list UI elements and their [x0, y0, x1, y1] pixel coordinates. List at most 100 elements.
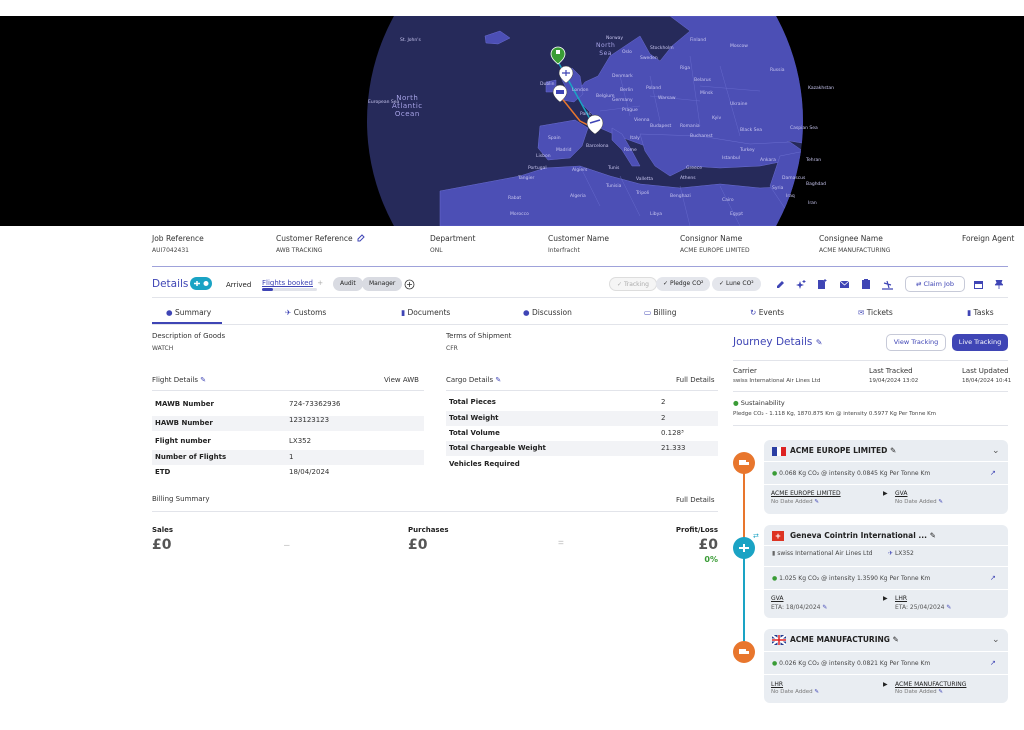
clipboard-icon[interactable] [862, 279, 870, 289]
edit-icon[interactable]: ✎ [822, 604, 827, 611]
edit-icon[interactable]: ✎ [495, 376, 501, 384]
arrow-right-icon: ▶ [883, 491, 888, 497]
cargo-full-details-link[interactable]: Full Details [676, 376, 714, 384]
tracking-chip[interactable]: ✓ Tracking [609, 277, 657, 291]
origin-link[interactable]: LHR [771, 681, 783, 688]
edit-icon[interactable]: ✎ [814, 689, 819, 695]
destination-link[interactable]: ACME MANUFACTURING [895, 681, 966, 688]
edit-icon[interactable]: ✎ [814, 499, 819, 505]
edit-icon[interactable]: ✎ [893, 635, 899, 644]
view-tracking-button[interactable]: View Tracking [886, 334, 946, 351]
truck-icon [739, 460, 749, 465]
pledge-chip[interactable]: ✓ Pledge CO² [656, 277, 711, 291]
route-map[interactable]: North Atlantic Ocean North Sea St. John's M… [0, 16, 1024, 226]
divider [764, 674, 1008, 675]
external-link-icon[interactable]: ↗ [990, 469, 996, 477]
leg-title: Geneva Cointrin International ... ✎ [790, 531, 936, 540]
view-awb-link[interactable]: View AWB [384, 376, 419, 384]
tab-billing[interactable]: ▭ Billing [644, 308, 676, 317]
switzerland-flag-icon: + [772, 531, 784, 541]
audit-chip[interactable]: Audit [333, 277, 363, 291]
destination-link[interactable]: GVA [895, 490, 907, 497]
map-label: Lisbon [536, 154, 551, 159]
edit-icon[interactable]: ✎ [938, 499, 943, 505]
edit-icon[interactable]: ✎ [930, 531, 936, 540]
flights-progress-fill [262, 288, 273, 291]
table-row: Total Weight 2 [446, 411, 718, 426]
map-label: Turkey [740, 148, 755, 153]
building-icon: ▮ [772, 550, 776, 557]
flight-details-title: Flight Details ✎ [152, 376, 206, 384]
map-label: Barcelona [586, 144, 609, 149]
map-label: Finland [690, 38, 707, 43]
edit-icon[interactable]: ✎ [938, 689, 943, 695]
lune-chip[interactable]: ✓ Lune CO² [712, 277, 761, 291]
map-label: Berlin [620, 88, 634, 93]
map-label: Iran [808, 201, 817, 206]
purchases-label: Purchases [408, 526, 449, 534]
map-label: Denmark [612, 74, 633, 79]
chevron-down-icon[interactable]: ⌄ [992, 634, 1000, 645]
plane-icon [194, 281, 209, 286]
divider [764, 566, 1008, 567]
destination-link[interactable]: LHR [895, 595, 907, 602]
tab-summary[interactable]: ● Summary [166, 308, 211, 317]
uk-flag-icon [772, 635, 786, 645]
edit-icon[interactable]: ✎ [816, 338, 823, 347]
value: ACME MANUFACTURING [819, 247, 891, 254]
document-icon: ▮ [401, 308, 406, 317]
mail-icon[interactable] [840, 281, 849, 288]
map-label: Madrid [556, 148, 572, 153]
map-label: Morocco [510, 212, 529, 217]
pencil-icon[interactable] [776, 280, 785, 289]
tab-label: Events [758, 308, 785, 317]
chevron-down-icon[interactable]: ⌄ [992, 445, 1000, 456]
table-row: HAWB Number 123123123 [152, 416, 424, 431]
edit-icon[interactable]: ✎ [200, 376, 206, 384]
leg-title: ACME EUROPE LIMITED ✎ [790, 446, 896, 455]
tab-events[interactable]: ↻ Events [750, 308, 784, 317]
row-key: Total Volume [449, 429, 500, 437]
destination-date: ETA: 25/04/2024 ✎ [895, 604, 951, 611]
sales-value: £0 [152, 537, 172, 553]
edit-icon[interactable]: ✎ [890, 446, 896, 455]
edit-icon[interactable]: ✎ [946, 604, 951, 611]
journey-leg-card: ACME EUROPE LIMITED ✎ ⌄ ● 0.068 Kg CO₂ @… [764, 440, 1008, 514]
edit-icon[interactable] [357, 234, 365, 242]
external-link-icon[interactable]: ↗ [990, 659, 996, 667]
tab-tickets[interactable]: ✉ Tickets [858, 308, 893, 317]
tab-discussion[interactable]: ● Discussion [523, 308, 572, 317]
origin-link[interactable]: ACME EUROPE LIMITED [771, 490, 841, 497]
claim-job-button[interactable]: ⇄ Claim Job [905, 276, 965, 292]
mode-toggle[interactable] [190, 277, 212, 290]
table-row: MAWB Number 724-73362936 [152, 397, 424, 412]
row-key: Vehicles Required [449, 460, 520, 468]
last-tracked-value: 19/04/2024 13:02 [869, 378, 919, 384]
tab-customs[interactable]: ✈ Customs [285, 308, 326, 317]
pledge-label: Pledge CO² [669, 280, 704, 287]
add-circle-icon[interactable] [404, 279, 415, 290]
connect-icon[interactable]: ⇄ [753, 532, 759, 540]
leg-title: ACME MANUFACTURING ✎ [790, 635, 899, 644]
timeline-segment [743, 548, 745, 650]
tab-tasks[interactable]: ▮ Tasks [967, 308, 994, 317]
add-document-icon[interactable] [817, 279, 828, 290]
table-row: Vehicles Required [446, 457, 718, 472]
terms-label: Terms of Shipment [446, 332, 512, 340]
calendar-icon[interactable] [974, 280, 983, 289]
billing-full-details-link[interactable]: Full Details [676, 496, 714, 504]
ticket-icon: ✉ [858, 308, 865, 317]
row-key: ETD [155, 468, 171, 476]
external-link-icon[interactable]: ↗ [990, 574, 996, 582]
flight-land-icon[interactable] [882, 279, 893, 290]
row-key: Number of Flights [155, 453, 227, 461]
pin-icon[interactable] [995, 280, 1003, 289]
origin-link[interactable]: GVA [771, 595, 783, 602]
map-label: Spain [548, 136, 561, 141]
sparkle-plus-icon[interactable] [795, 279, 807, 290]
manager-chip[interactable]: Manager [362, 277, 403, 291]
title-text: ACME EUROPE LIMITED [790, 446, 888, 455]
flights-booked[interactable]: Flights booked + [262, 279, 323, 287]
tab-documents[interactable]: ▮ Documents [401, 308, 450, 317]
live-tracking-button[interactable]: Live Tracking [952, 334, 1008, 351]
